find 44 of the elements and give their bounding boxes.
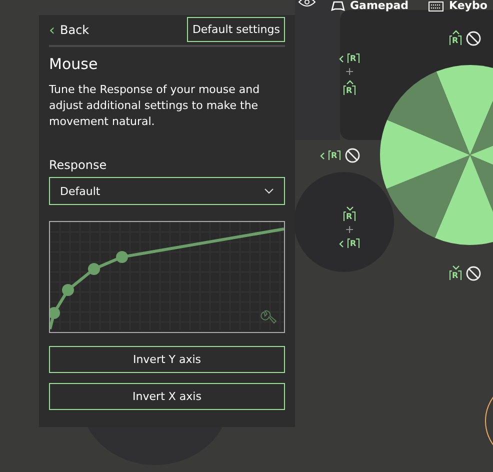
tab-label[interactable]: Gamepad	[350, 0, 409, 12]
chevron-icon	[452, 265, 460, 270]
key-label: R	[350, 54, 356, 63]
keyboard-icon	[428, 0, 444, 12]
bracket-icon	[337, 150, 342, 161]
default-settings-button[interactable]: Default settings	[187, 17, 285, 42]
chevron-icon	[346, 206, 354, 211]
gamepad-icon	[331, 0, 345, 12]
bracket-icon	[352, 211, 356, 222]
key-label: R	[346, 212, 352, 221]
dropdown-value: Default	[60, 184, 100, 198]
response-label: Response	[49, 158, 108, 172]
panel-title: Mouse	[49, 55, 99, 73]
bracket-icon	[343, 85, 346, 96]
back-link[interactable]: ‹ Back	[49, 20, 90, 38]
chevron-icon	[452, 30, 460, 35]
bracket-icon	[347, 53, 350, 64]
plus-sign: +	[344, 66, 354, 78]
bracket-icon	[352, 85, 356, 96]
unbound-icon	[466, 266, 482, 280]
bracket-icon	[458, 270, 462, 281]
key-label: R	[350, 239, 356, 248]
key-label: R	[452, 36, 458, 45]
bracket-icon	[356, 53, 360, 64]
chevron-icon	[346, 80, 354, 85]
bracket-icon	[449, 35, 452, 46]
key-label: R	[452, 271, 458, 280]
bracket-icon	[356, 238, 360, 249]
bracket-icon	[449, 270, 452, 281]
bracket-icon	[343, 211, 346, 222]
unbound-icon	[466, 30, 482, 46]
invert-y-button[interactable]: Invert Y axis	[49, 346, 285, 373]
tab-label[interactable]: Keybo	[449, 0, 488, 12]
bracket-icon	[458, 35, 462, 46]
bracket-icon	[347, 238, 350, 249]
key-label: R	[346, 86, 352, 95]
bracket-icon	[328, 150, 331, 161]
unbound-icon	[345, 148, 360, 163]
invert-x-button[interactable]: Invert X axis	[49, 383, 285, 410]
chevron-down-icon	[264, 188, 274, 194]
response-dropdown[interactable]: Default	[49, 177, 285, 205]
description-text: Tune the Response of your mouse and adjust additional settings to make the movement natural.	[49, 82, 261, 130]
plus-sign: +	[344, 224, 354, 236]
key-label: R	[331, 151, 338, 160]
